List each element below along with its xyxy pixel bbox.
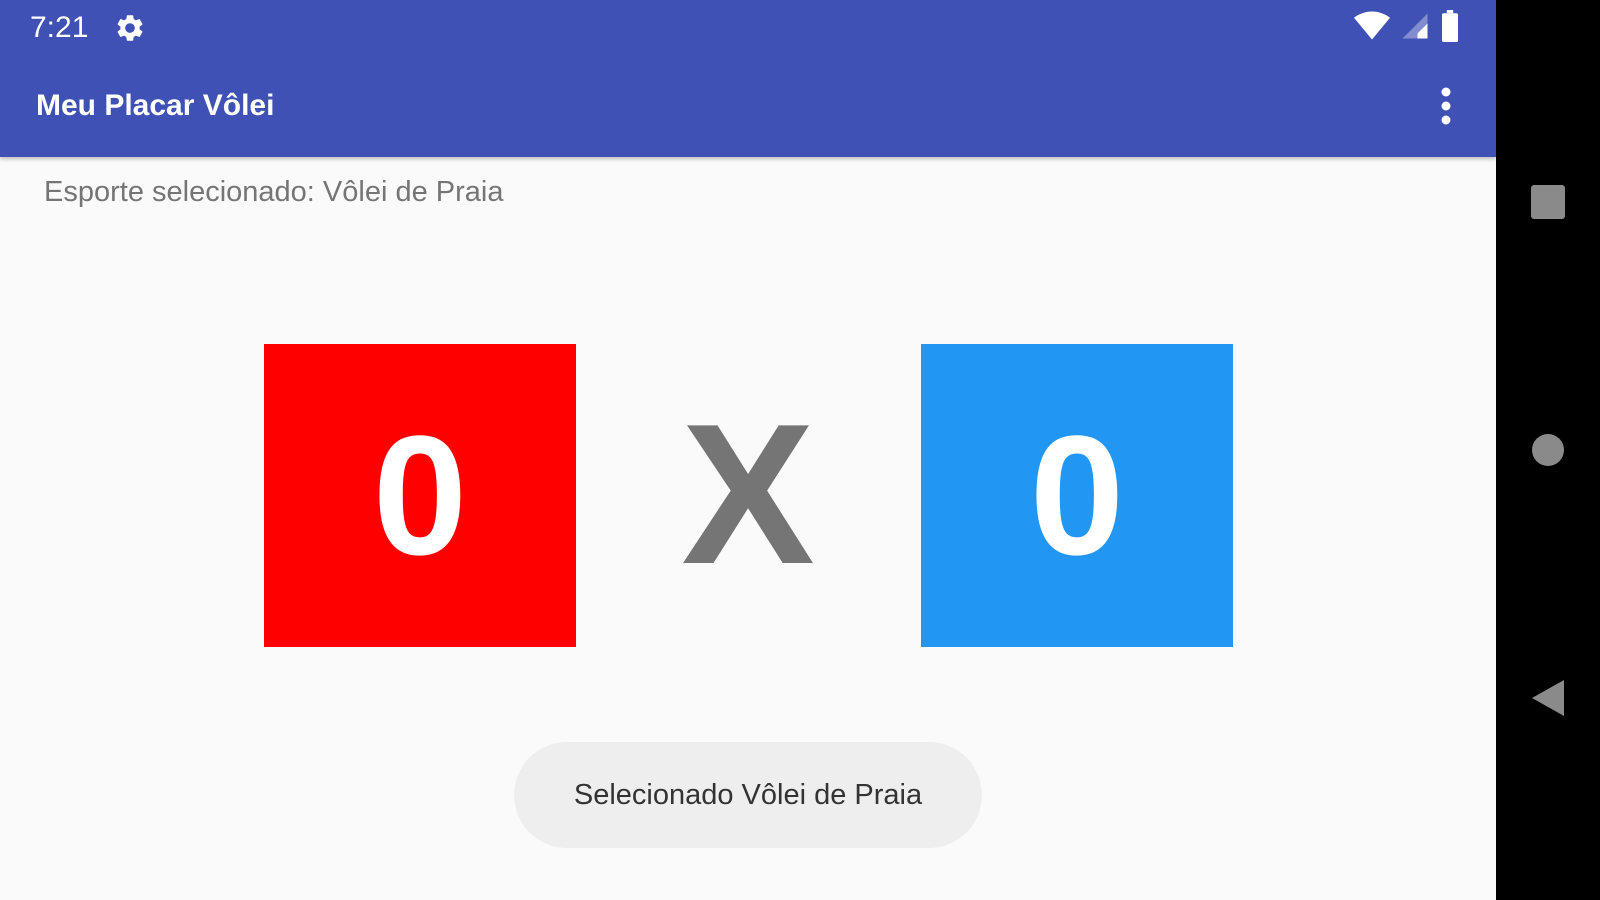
team-a-score: 0	[372, 400, 468, 591]
team-a-score-button[interactable]: 0	[264, 344, 576, 647]
team-b-score-button[interactable]: 0	[921, 344, 1233, 647]
app-bar: 7:21 Meu Placar Vôlei	[0, 0, 1496, 157]
sport-selected-label: Esporte selecionado: Vôlei de Praia	[44, 176, 504, 208]
app-title: Meu Placar Vôlei	[36, 89, 275, 122]
team-b-score: 0	[1029, 400, 1125, 591]
app-screen: 7:21 Meu Placar Vôlei Esporte selecionad…	[0, 0, 1496, 900]
more-vert-icon[interactable]	[1432, 82, 1460, 130]
gear-icon	[114, 12, 146, 44]
versus-label: X	[681, 383, 815, 606]
toast-text: Selecionado Vôlei de Praia	[573, 778, 923, 811]
home-circle-icon[interactable]	[1518, 420, 1578, 480]
battery-icon	[1440, 9, 1460, 47]
toast-message: Selecionado Vôlei de Praia	[514, 742, 982, 848]
status-icons	[1354, 9, 1460, 47]
status-bar: 7:21	[0, 0, 1496, 55]
status-time: 7:21	[30, 11, 89, 44]
cell-signal-icon	[1400, 11, 1430, 46]
recents-square-icon[interactable]	[1518, 172, 1578, 232]
wifi-icon	[1354, 10, 1390, 46]
device: 7:21 Meu Placar Vôlei Esporte selecionad…	[0, 0, 1600, 900]
back-triangle-icon[interactable]	[1518, 668, 1578, 728]
navigation-bar	[1496, 0, 1600, 900]
